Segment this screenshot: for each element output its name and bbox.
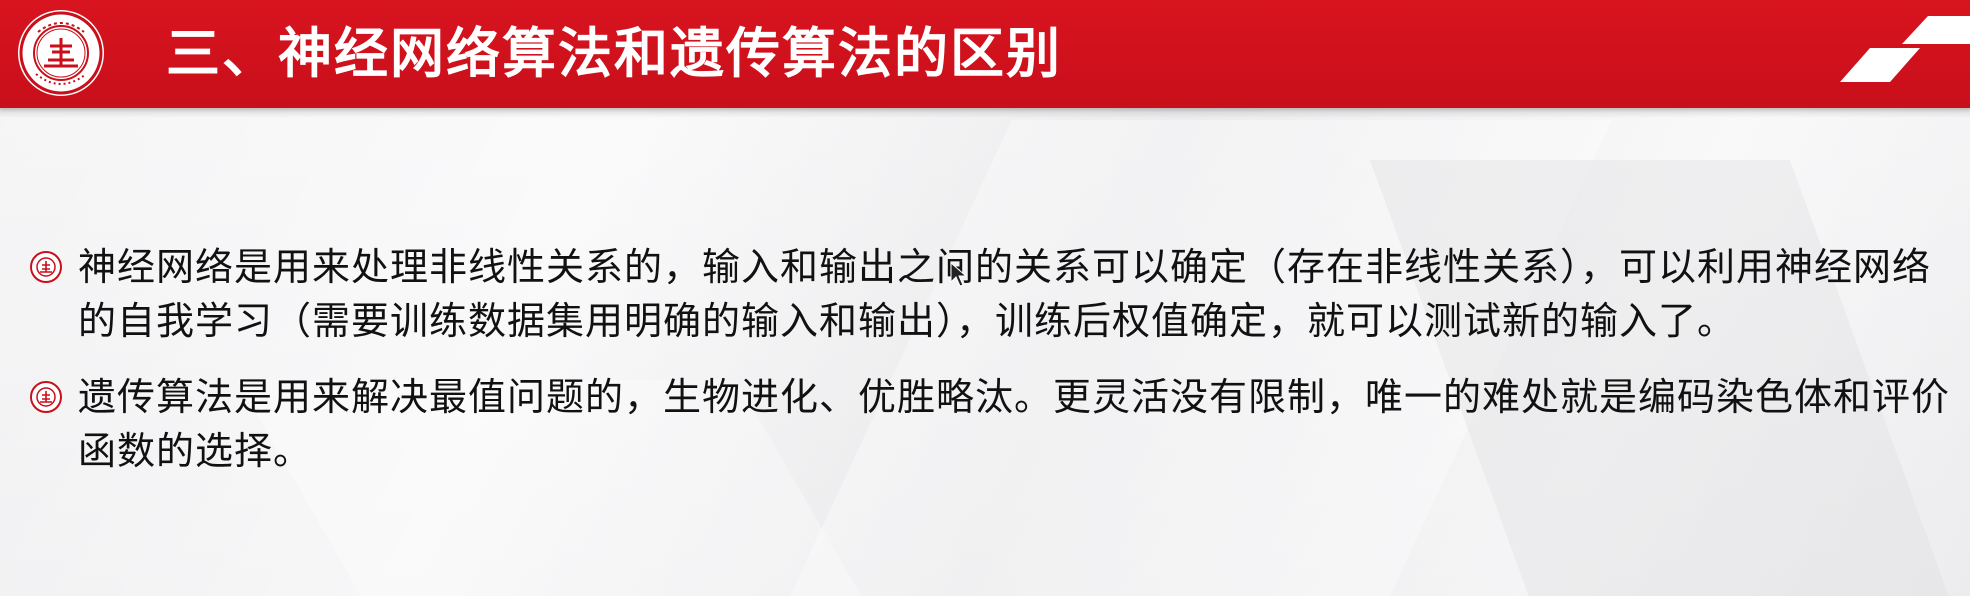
university-seal-bullet-icon (30, 381, 62, 413)
corner-decoration (1840, 16, 1970, 82)
mouse-pointer-icon (950, 262, 968, 287)
bullet-item: 遗传算法是用来解决最值问题的，生物进化、优胜略汰。更灵活没有限制，唯一的难处就是… (30, 370, 1958, 478)
title-bar-shadow (0, 108, 1970, 118)
bullet-item: 神经网络是用来处理非线性关系的，输入和输出之间的关系可以确定（存在非线性关系），… (30, 240, 1958, 348)
bullet-text: 神经网络是用来处理非线性关系的，输入和输出之间的关系可以确定（存在非线性关系），… (78, 245, 1932, 343)
bullet-text: 遗传算法是用来解决最值问题的，生物进化、优胜略汰。更灵活没有限制，唯一的难处就是… (78, 375, 1951, 473)
slide-title: 三、神经网络算法和遗传算法的区别 (166, 22, 1062, 85)
title-bar: 三、神经网络算法和遗传算法的区别 (0, 0, 1970, 108)
university-seal-icon (18, 10, 104, 96)
slide-background: 三、神经网络算法和遗传算法的区别 神经网络是用来处理非线性关系的，输入和输出之间… (0, 0, 1970, 596)
university-seal-bullet-icon (30, 251, 62, 283)
slide-body: 神经网络是用来处理非线性关系的，输入和输出之间的关系可以确定（存在非线性关系），… (30, 240, 1949, 478)
